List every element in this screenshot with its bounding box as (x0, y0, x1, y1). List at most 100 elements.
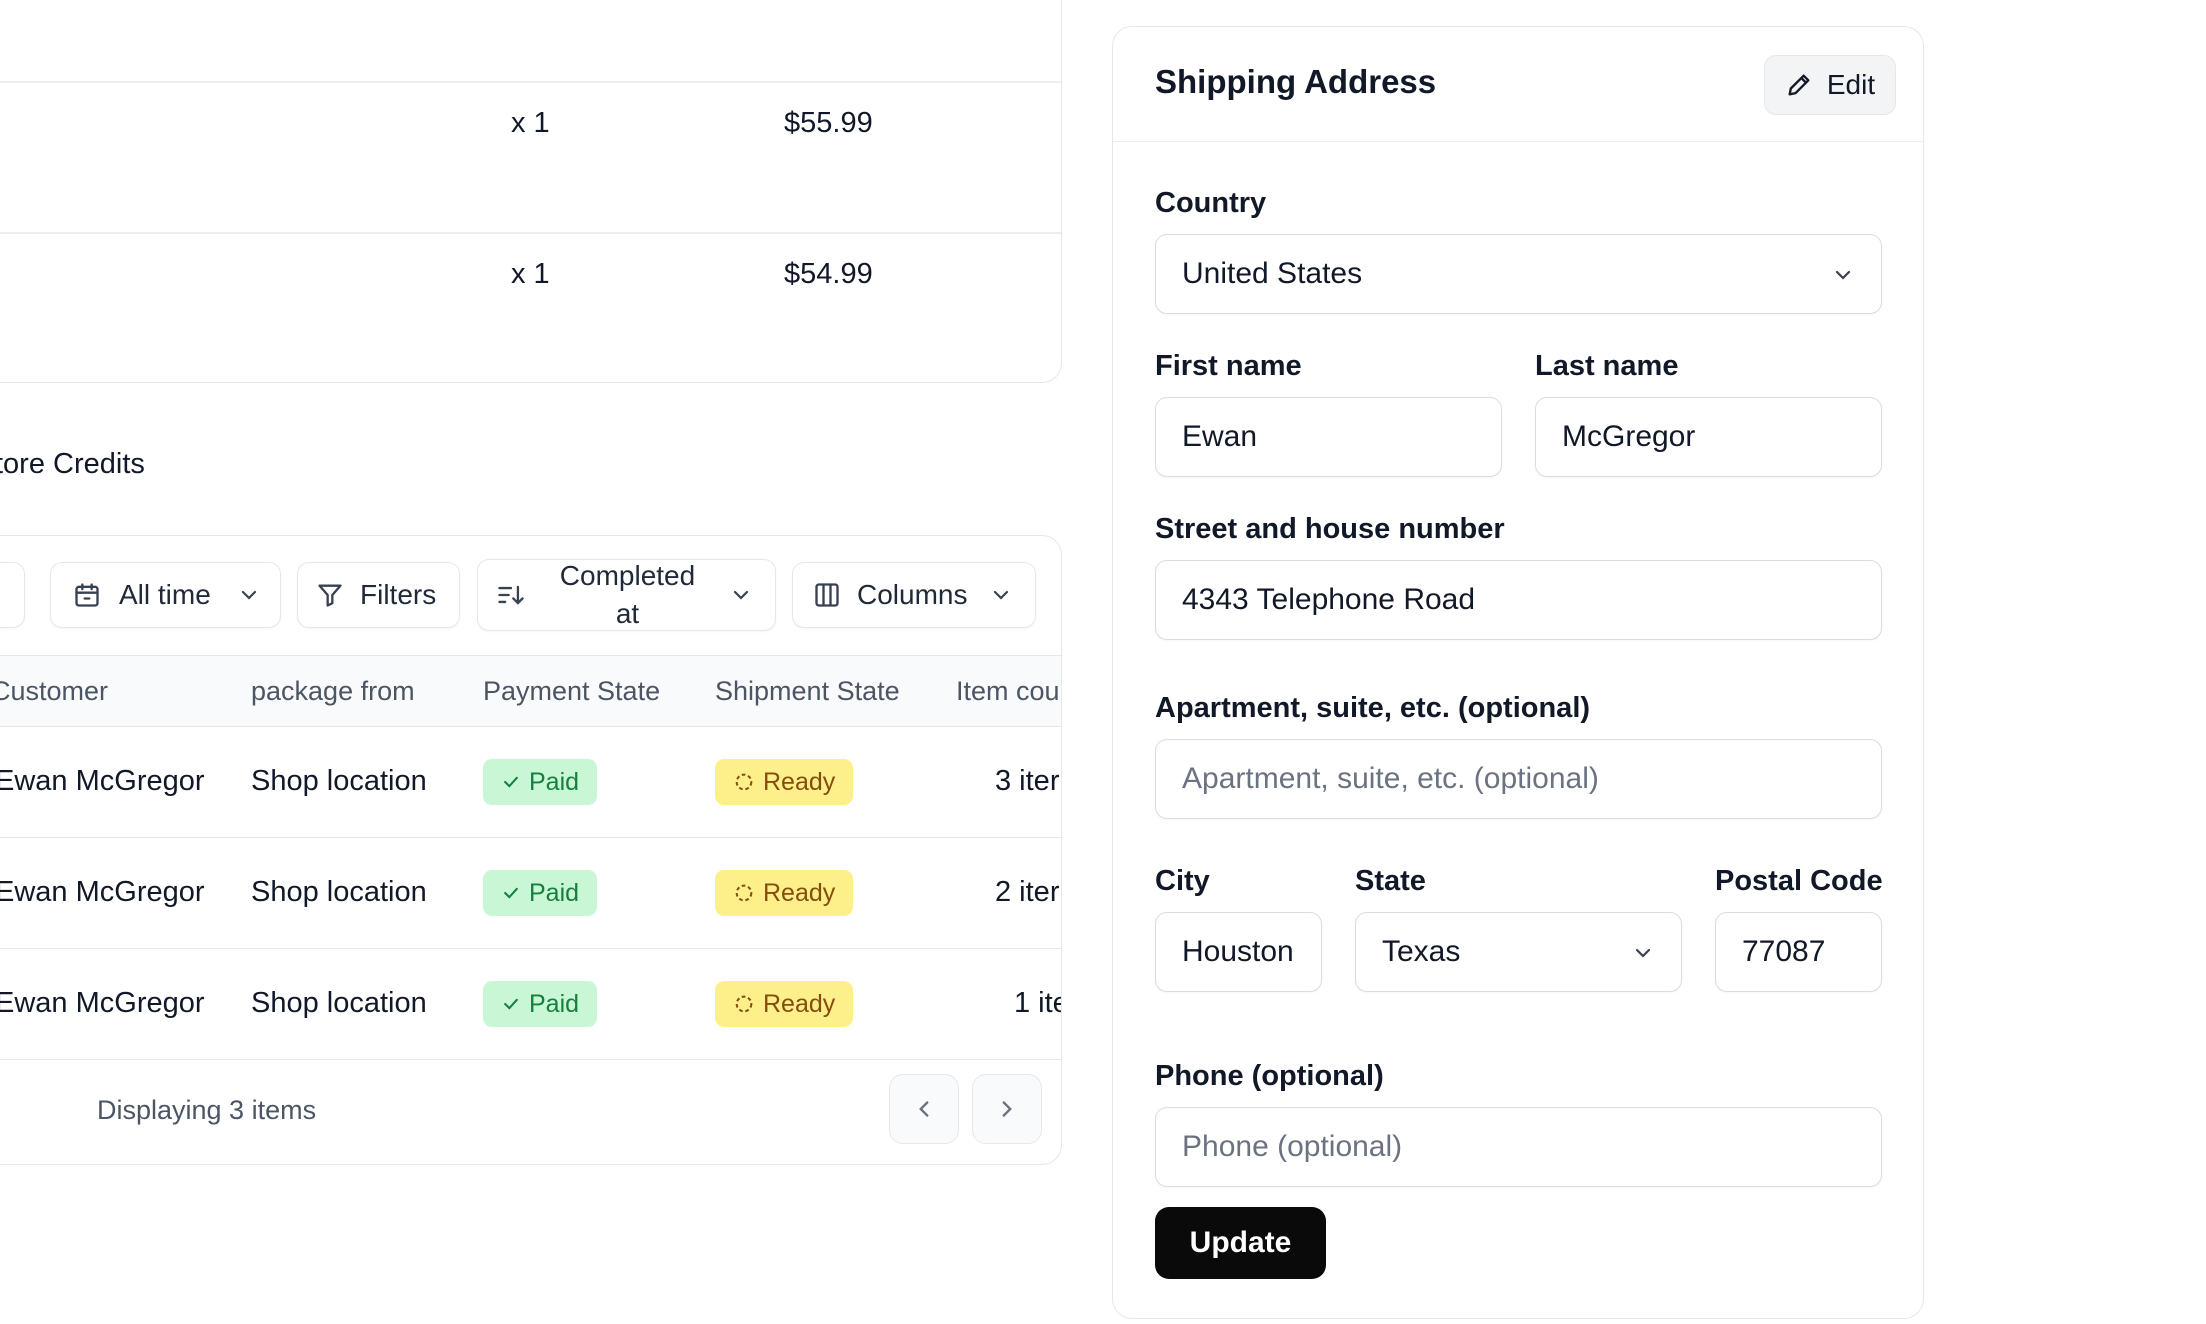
check-icon (504, 998, 518, 1010)
payment-status-badge: Paid (483, 870, 598, 916)
shipment-status-badge: Ready (715, 759, 854, 805)
check-icon (504, 887, 518, 899)
country-select[interactable]: United States (1155, 234, 1882, 314)
card-title: Shipping Address (1155, 63, 1437, 100)
chevron-down-icon (1635, 948, 1651, 958)
city-label: City (1155, 865, 1210, 897)
item-quantity: x 1 (511, 258, 550, 290)
update-label: Update (1189, 1226, 1292, 1259)
city-value: Houston (1182, 935, 1294, 968)
column-header-customer[interactable]: Customer (0, 676, 108, 707)
payment-status-label: Paid (529, 878, 580, 907)
shipment-status-label: Ready (763, 878, 836, 907)
chevron-left-icon (919, 1101, 929, 1117)
check-icon (504, 776, 518, 788)
apartment-field[interactable]: Apartment, suite, etc. (optional) (1155, 739, 1882, 819)
next-page-button[interactable] (972, 1074, 1042, 1144)
shipment-status-badge: Ready (715, 870, 854, 916)
filter-icon (318, 584, 342, 607)
column-header-shipment-state[interactable]: Shipment State (715, 676, 900, 707)
shipping-address-card: Shipping Address Edit Country United Sta… (1112, 26, 1924, 1319)
customer-cell: Ewan McGregor (0, 987, 205, 1019)
last-name-value: McGregor (1562, 420, 1696, 453)
item-count-cell: 1 ite (1014, 987, 1061, 1019)
shipment-status-label: Ready (763, 767, 836, 796)
postal-code-field[interactable]: 77087 (1715, 912, 1882, 992)
country-value: United States (1182, 257, 1363, 290)
postal-code-label: Postal Code (1715, 865, 1883, 897)
columns-icon (815, 583, 839, 607)
date-range-select[interactable]: All time (50, 562, 281, 628)
edit-button[interactable]: Edit (1764, 55, 1896, 115)
shipment-status-badge: Ready (715, 981, 854, 1027)
loading-icon (735, 884, 753, 902)
apartment-label: Apartment, suite, etc. (optional) (1155, 692, 1591, 724)
phone-field[interactable]: Phone (optional) (1155, 1107, 1882, 1187)
filters-label: Filters (360, 579, 437, 610)
item-price: $55.99 (784, 107, 873, 139)
loading-icon (735, 995, 753, 1013)
chevron-down-icon (994, 590, 1009, 600)
street-label: Street and house number (1155, 513, 1505, 545)
sort-label-line1: Completed (559, 560, 696, 591)
divider (0, 81, 1061, 83)
phone-label: Phone (optional) (1155, 1060, 1384, 1092)
country-label: Country (1155, 187, 1267, 219)
card-header: Shipping Address Edit (1113, 27, 1923, 142)
order-items-card: x 1 $55.99 x 1 $54.99 (0, 0, 1062, 383)
last-name-label: Last name (1535, 350, 1679, 382)
search-input[interactable] (0, 562, 25, 628)
apartment-placeholder: Apartment, suite, etc. (optional) (1182, 762, 1599, 795)
sort-select[interactable]: Completed at (477, 559, 776, 631)
item-count-cell: 2 iter (995, 876, 1060, 908)
table-row[interactable]: Ewan McGregor Shop location Paid Ready 3… (0, 727, 1061, 838)
table-row[interactable]: Ewan McGregor Shop location Paid Ready 1… (0, 949, 1061, 1060)
filters-button[interactable]: Filters (297, 562, 460, 628)
city-field[interactable]: Houston (1155, 912, 1322, 992)
column-header-payment-state[interactable]: Payment State (483, 676, 660, 707)
first-name-value: Ewan (1182, 420, 1258, 453)
chevron-right-icon (1002, 1101, 1012, 1117)
payment-status-badge: Paid (483, 981, 598, 1027)
table-row[interactable]: Ewan McGregor Shop location Paid Ready 2… (0, 838, 1061, 949)
columns-label: Columns (857, 579, 968, 610)
shipment-status-label: Ready (763, 989, 836, 1018)
first-name-field[interactable]: Ewan (1155, 397, 1502, 477)
street-value: 4343 Telephone Road (1182, 583, 1476, 616)
update-button[interactable]: Update (1155, 1207, 1326, 1279)
customer-cell: Ewan McGregor (0, 765, 205, 797)
state-label: State (1355, 865, 1426, 897)
previous-page-button[interactable] (889, 1074, 959, 1144)
chevron-down-icon (733, 590, 749, 600)
sort-icon (498, 585, 524, 605)
last-name-field[interactable]: McGregor (1535, 397, 1882, 477)
date-range-label: All time (119, 579, 211, 610)
edit-label: Edit (1826, 69, 1876, 100)
payment-status-label: Paid (529, 989, 580, 1018)
store-credits-title: tore Credits (0, 448, 145, 480)
payment-status-badge: Paid (483, 759, 598, 805)
table-header: Customer package from Payment State Ship… (0, 655, 1061, 727)
column-header-package-from[interactable]: package from (251, 676, 415, 707)
customer-cell: Ewan McGregor (0, 876, 205, 908)
orders-table-card: All time Filters Completed at Columns Cu… (0, 535, 1062, 1165)
loading-icon (735, 773, 753, 791)
postal-code-value: 77087 (1742, 935, 1826, 968)
package-from-cell: Shop location (251, 876, 427, 908)
divider (0, 232, 1061, 234)
payment-status-label: Paid (529, 767, 580, 796)
item-quantity: x 1 (511, 107, 550, 139)
sort-label-line2: at (615, 598, 640, 629)
column-header-item-count[interactable]: Item cou (956, 676, 1060, 707)
package-from-cell: Shop location (251, 987, 427, 1019)
pencil-icon (1788, 74, 1810, 96)
street-field[interactable]: 4343 Telephone Road (1155, 560, 1882, 640)
state-select[interactable]: Texas (1355, 912, 1682, 992)
chevron-down-icon (1835, 270, 1851, 280)
package-from-cell: Shop location (251, 765, 427, 797)
item-count-cell: 3 iter (995, 765, 1060, 797)
columns-button[interactable]: Columns (792, 562, 1036, 628)
phone-placeholder: Phone (optional) (1182, 1130, 1403, 1163)
state-value: Texas (1382, 935, 1461, 968)
item-price: $54.99 (784, 258, 873, 290)
